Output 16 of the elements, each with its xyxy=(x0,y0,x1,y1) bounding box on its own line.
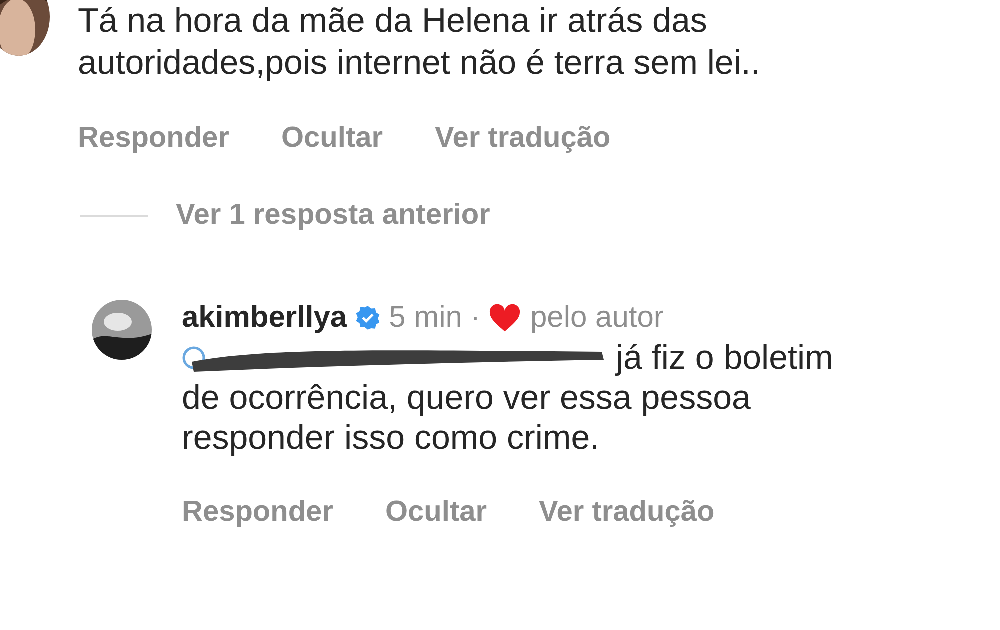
comment-text: de ocorrência, quero ver essa pessoa xyxy=(182,378,751,418)
comment-text: já fiz o boletim xyxy=(616,338,834,378)
comment-text: autoridades,pois internet não é terra sem lei.. xyxy=(78,43,760,84)
comment-text: responder isso como crime. xyxy=(182,418,600,458)
timestamp: 5 min xyxy=(389,300,462,336)
action-link[interactable]: Responder xyxy=(78,122,230,155)
username[interactable]: akimberllya xyxy=(182,298,348,338)
view-replies-link[interactable]: Ver 1 resposta anterior xyxy=(176,199,490,232)
action-link[interactable]: Ver tradução xyxy=(435,122,611,155)
action-link[interactable]: Responder xyxy=(182,496,334,529)
liked-by-author-label: pelo autor xyxy=(530,300,664,336)
action-link[interactable]: Ocultar xyxy=(281,122,384,155)
action-link[interactable]: Ocultar xyxy=(385,496,488,529)
comment-text: Tá na hora da mãe da Helena ir atrás das xyxy=(78,1,708,42)
separator-dot: · xyxy=(470,300,480,336)
action-link[interactable]: Ver tradução xyxy=(539,496,715,529)
